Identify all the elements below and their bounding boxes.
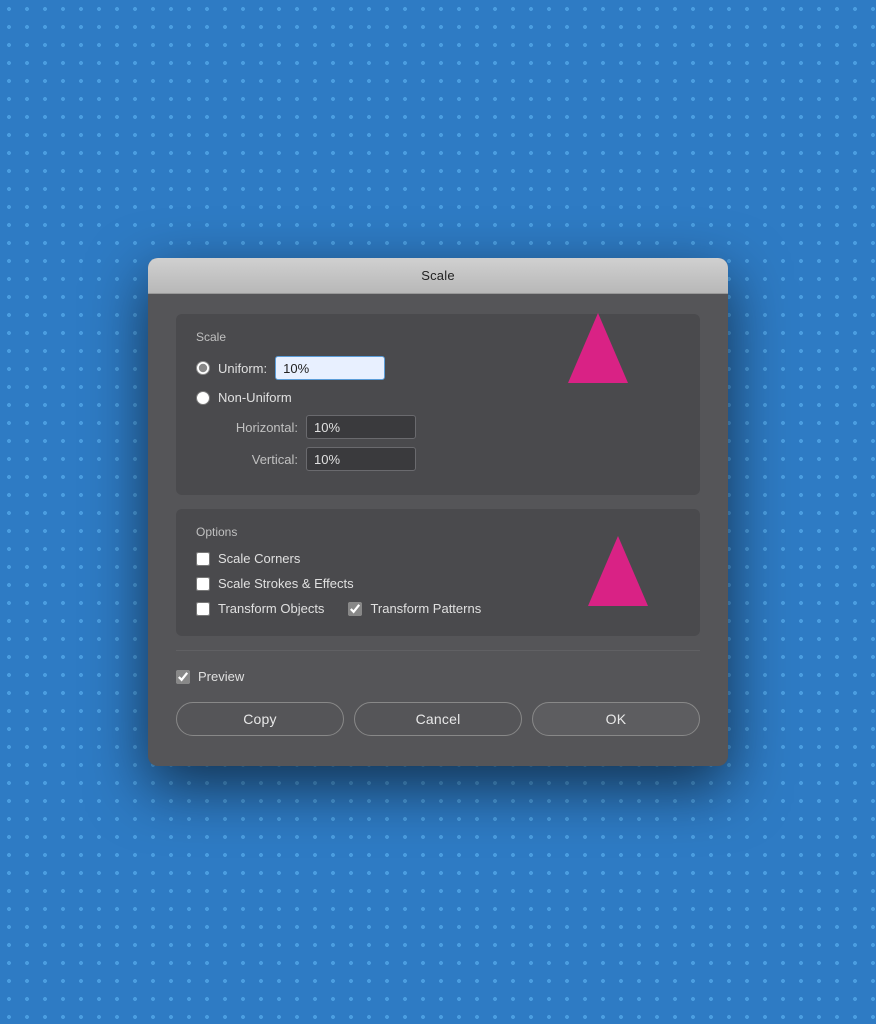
- scale-corners-checkbox[interactable]: [196, 552, 210, 566]
- preview-label: Preview: [198, 669, 244, 684]
- transform-objects-checkbox[interactable]: [196, 602, 210, 616]
- nonuniform-radio[interactable]: [196, 391, 210, 405]
- preview-checkbox[interactable]: [176, 670, 190, 684]
- scale-corners-row: Scale Corners: [196, 551, 680, 566]
- transform-objects-label: Transform Objects: [218, 601, 324, 616]
- options-panel: Options Scale Corners Scale Strokes & Ef…: [176, 509, 700, 636]
- nonuniform-label: Non-Uniform: [218, 390, 292, 405]
- transform-patterns-pair: Transform Patterns: [348, 601, 481, 616]
- vertical-label: Vertical:: [218, 452, 298, 467]
- dialog-titlebar: Scale: [148, 258, 728, 294]
- ok-button[interactable]: OK: [532, 702, 700, 736]
- dialog-body: Scale Uniform: Non-Uniform Horizontal:: [148, 294, 728, 766]
- scale-strokes-checkbox[interactable]: [196, 577, 210, 591]
- uniform-row: Uniform:: [196, 356, 680, 380]
- scale-dialog: Scale Scale Uniform: Non-Uniform: [148, 258, 728, 766]
- buttons-row: Copy Cancel OK: [176, 698, 700, 742]
- divider: [176, 650, 700, 651]
- cancel-button[interactable]: Cancel: [354, 702, 522, 736]
- horizontal-row: Horizontal:: [196, 415, 680, 439]
- scale-corners-label: Scale Corners: [218, 551, 300, 566]
- transform-objects-pair: Transform Objects: [196, 601, 324, 616]
- options-section-label: Options: [196, 525, 680, 539]
- preview-row: Preview: [176, 665, 700, 698]
- dialog-wrapper: Scale Scale Uniform: Non-Uniform: [148, 258, 728, 766]
- scale-panel: Scale Uniform: Non-Uniform Horizontal:: [176, 314, 700, 495]
- scale-strokes-label: Scale Strokes & Effects: [218, 576, 354, 591]
- dialog-title: Scale: [421, 268, 455, 283]
- scale-section-label: Scale: [196, 330, 680, 344]
- uniform-radio[interactable]: [196, 361, 210, 375]
- transform-patterns-checkbox[interactable]: [348, 602, 362, 616]
- copy-button[interactable]: Copy: [176, 702, 344, 736]
- horizontal-input[interactable]: [306, 415, 416, 439]
- vertical-input[interactable]: [306, 447, 416, 471]
- scale-strokes-row: Scale Strokes & Effects: [196, 576, 680, 591]
- uniform-label: Uniform:: [218, 361, 267, 376]
- transform-row: Transform Objects Transform Patterns: [196, 601, 680, 616]
- nonuniform-row: Non-Uniform: [196, 390, 680, 405]
- vertical-row: Vertical:: [196, 447, 680, 471]
- transform-patterns-label: Transform Patterns: [370, 601, 481, 616]
- horizontal-label: Horizontal:: [218, 420, 298, 435]
- uniform-input[interactable]: [275, 356, 385, 380]
